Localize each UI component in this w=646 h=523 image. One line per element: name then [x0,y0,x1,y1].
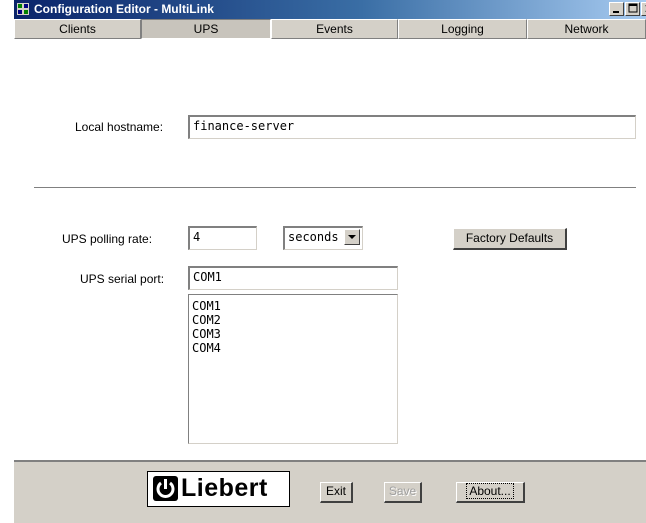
polling-rate-label: UPS polling rate: [62,232,153,246]
tab-logging[interactable]: Logging [398,19,527,39]
about-button-label: About... [466,483,514,499]
serial-port-option[interactable]: COM2 [192,313,394,327]
app-icon [17,3,29,15]
local-hostname-label: Local hostname: [75,120,164,134]
exit-button[interactable]: Exit [320,482,353,503]
serial-port-option[interactable]: COM3 [192,327,394,341]
title-bar[interactable]: Configuration Editor - MultiLink [14,0,646,19]
maximize-icon [628,3,638,13]
factory-defaults-button[interactable]: Factory Defaults [453,228,567,250]
tab-ups[interactable]: UPS [141,19,271,39]
polling-rate-input[interactable]: 4 [188,226,257,250]
liebert-logo-icon [153,476,178,501]
polling-unit-dropdown-button[interactable] [344,229,360,245]
app-window: Configuration Editor - MultiLink Clients… [0,0,646,523]
section-divider [34,187,636,189]
window-title: Configuration Editor - MultiLink [34,2,214,16]
close-button[interactable] [641,2,646,16]
local-hostname-input[interactable]: finance-server [188,115,636,139]
about-button[interactable]: About... [456,482,525,503]
serial-port-list[interactable]: COM1 COM2 COM3 COM4 [188,294,398,444]
save-button[interactable]: Save [384,482,422,503]
liebert-logo: Liebert [147,471,290,507]
serial-port-option[interactable]: COM4 [192,341,394,355]
tab-bar: Clients UPS Events Logging Network [14,19,646,39]
maximize-button[interactable] [625,2,640,16]
chevron-down-icon [348,235,356,239]
minimize-icon [613,11,619,13]
logo-text: Liebert [181,474,268,502]
serial-port-option[interactable]: COM1 [192,299,394,313]
polling-unit-value: seconds [288,230,339,244]
serial-port-input[interactable]: COM1 [188,266,398,290]
tab-clients[interactable]: Clients [14,19,141,39]
tab-network[interactable]: Network [527,19,646,39]
minimize-button[interactable] [609,2,624,16]
serial-port-label: UPS serial port: [80,272,165,286]
tab-events[interactable]: Events [271,19,398,39]
